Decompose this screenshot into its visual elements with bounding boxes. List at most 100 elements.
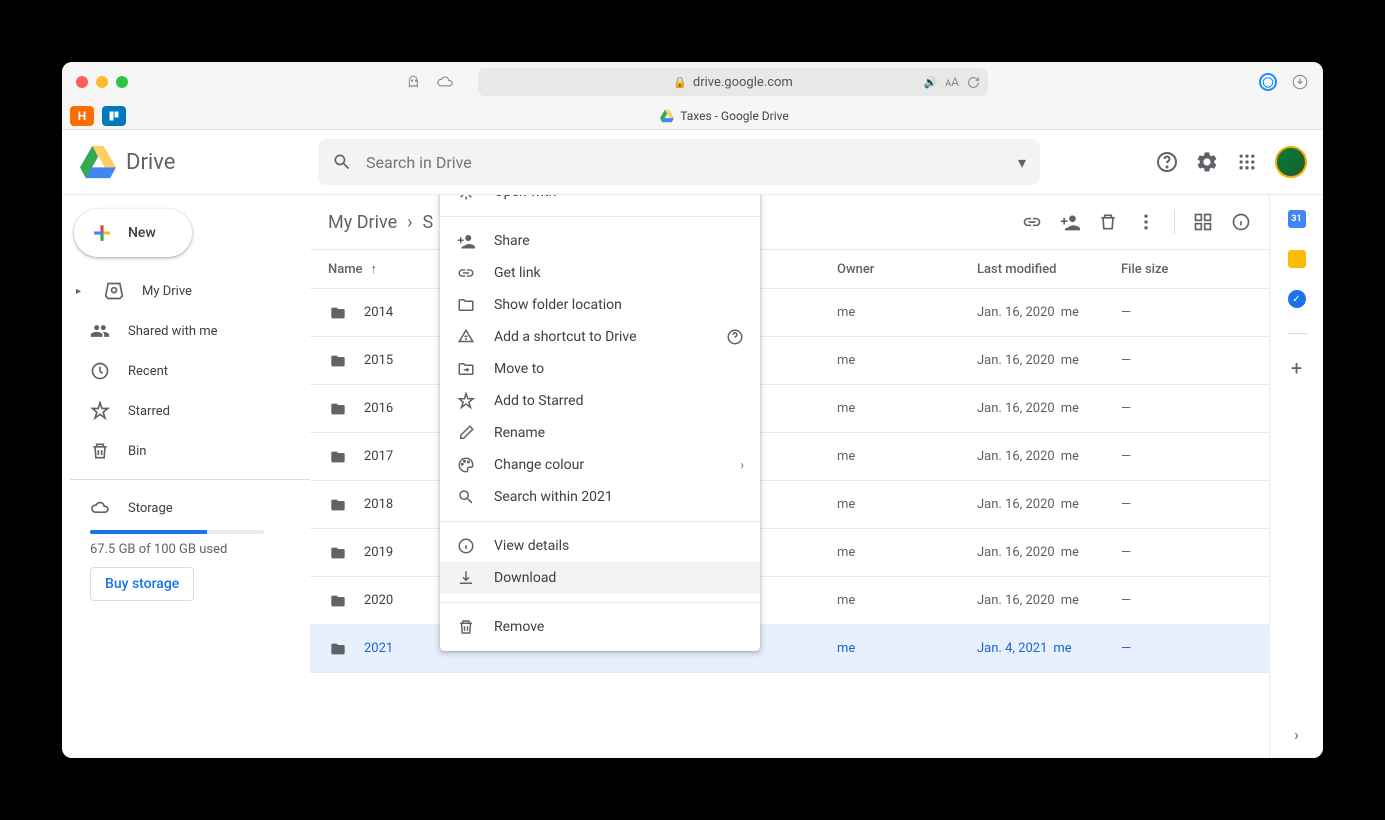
delete-button[interactable] — [1098, 212, 1118, 232]
apps-icon[interactable] — [1235, 150, 1259, 174]
buy-storage-button[interactable]: Buy storage — [90, 567, 194, 601]
menu-show-folder[interactable]: Show folder location — [440, 289, 760, 321]
row-name-text: 2020 — [364, 593, 393, 608]
row-owner: me — [837, 641, 977, 656]
drive-logo[interactable]: Drive — [78, 142, 310, 182]
row-owner: me — [837, 353, 977, 368]
row-modified: Jan. 16, 2020me — [977, 545, 1121, 560]
url-bar[interactable]: 🔒 drive.google.com 🔊 ᴀA — [478, 68, 988, 96]
menu-share[interactable]: Share — [440, 225, 760, 257]
row-owner: me — [837, 449, 977, 464]
search-options-icon[interactable]: ▾ — [1018, 153, 1026, 172]
sidebar-item-starred[interactable]: Starred — [70, 391, 310, 431]
sidebar-item-my-drive[interactable]: ▸ My Drive — [70, 271, 310, 311]
sidebar-divider — [70, 479, 310, 480]
calendar-app-icon[interactable]: 31 — [1287, 209, 1307, 229]
storage-usage-text: 67.5 GB of 100 GB used — [90, 542, 290, 557]
menu-add-starred[interactable]: Add to Starred — [440, 385, 760, 417]
menu-add-shortcut[interactable]: Add a shortcut to Drive — [440, 321, 760, 353]
row-modified: Jan. 16, 2020me — [977, 353, 1121, 368]
menu-divider — [440, 602, 760, 603]
row-name-text: 2014 — [364, 305, 393, 320]
account-avatar[interactable] — [1275, 146, 1307, 178]
ghost-extension-icon[interactable] — [406, 74, 422, 90]
row-size: — — [1121, 641, 1251, 656]
row-size: — — [1121, 353, 1251, 368]
add-addon-button[interactable]: + — [1287, 358, 1307, 378]
row-owner: me — [837, 497, 977, 512]
breadcrumb-root[interactable]: My Drive — [328, 212, 397, 233]
row-modified: Jan. 16, 2020me — [977, 305, 1121, 320]
help-icon[interactable] — [726, 328, 744, 346]
panel-divider — [1287, 333, 1307, 334]
main-content: My Drive › S — [310, 195, 1269, 758]
menu-move-to[interactable]: Move to — [440, 353, 760, 385]
trash-icon — [456, 618, 476, 636]
support-icon[interactable] — [1155, 150, 1179, 174]
active-tab[interactable]: Taxes - Google Drive — [134, 109, 1315, 123]
column-size[interactable]: File size — [1121, 262, 1251, 277]
menu-open-with[interactable]: Open with › — [440, 195, 760, 208]
row-size: — — [1121, 449, 1251, 464]
reload-icon[interactable] — [967, 76, 980, 89]
row-owner: me — [837, 593, 977, 608]
cloud-icon[interactable] — [436, 73, 454, 91]
get-link-button[interactable] — [1022, 212, 1042, 232]
row-modified: Jan. 4, 2021me — [977, 641, 1121, 656]
translate-icon[interactable]: ᴀA — [945, 75, 959, 89]
menu-divider — [440, 521, 760, 522]
row-size: — — [1121, 545, 1251, 560]
sidebar-item-recent[interactable]: Recent — [70, 351, 310, 391]
1password-icon[interactable]: ◯ — [1259, 73, 1277, 91]
drive-header: Drive ▾ — [62, 130, 1323, 194]
menu-remove[interactable]: Remove — [440, 611, 760, 643]
row-modified: Jan. 16, 2020me — [977, 497, 1121, 512]
menu-rename[interactable]: Rename — [440, 417, 760, 449]
pinned-tab-2[interactable] — [102, 106, 126, 126]
tasks-app-icon[interactable]: ✓ — [1287, 289, 1307, 309]
sound-icon[interactable]: 🔊 — [924, 76, 938, 89]
column-owner[interactable]: Owner — [837, 262, 977, 277]
breadcrumb-current[interactable]: S — [423, 212, 434, 233]
sidebar-item-bin[interactable]: Bin — [70, 431, 310, 471]
chevron-right-icon: › — [740, 195, 744, 199]
maximize-window-button[interactable] — [116, 76, 128, 88]
new-label: New — [128, 225, 156, 241]
rename-icon — [456, 424, 476, 442]
grid-view-button[interactable] — [1193, 212, 1213, 232]
breadcrumb: My Drive › S — [328, 212, 433, 233]
new-button[interactable]: New — [74, 209, 192, 257]
link-icon — [456, 264, 476, 282]
row-size: — — [1121, 401, 1251, 416]
share-icon — [456, 232, 476, 250]
expand-caret-icon[interactable]: ▸ — [76, 286, 86, 297]
menu-view-details[interactable]: View details — [440, 530, 760, 562]
share-button[interactable] — [1060, 212, 1080, 232]
menu-search-within[interactable]: Search within 2021 — [440, 481, 760, 513]
details-button[interactable] — [1231, 212, 1251, 232]
info-icon — [456, 537, 476, 555]
minimize-window-button[interactable] — [96, 76, 108, 88]
sidebar-item-shared[interactable]: Shared with me — [70, 311, 310, 351]
tab-bar: H Taxes - Google Drive — [62, 102, 1323, 130]
cloud-icon — [90, 498, 110, 518]
more-actions-button[interactable] — [1136, 212, 1156, 232]
keep-app-icon[interactable] — [1287, 249, 1307, 269]
row-name-text: 2015 — [364, 353, 393, 368]
menu-get-link[interactable]: Get link — [440, 257, 760, 289]
settings-icon[interactable] — [1195, 150, 1219, 174]
menu-download[interactable]: Download — [440, 562, 760, 594]
sidebar-item-storage[interactable]: Storage — [90, 488, 290, 528]
collapse-panel-button[interactable]: › — [1287, 724, 1307, 744]
search-bar[interactable]: ▾ — [318, 139, 1040, 185]
close-window-button[interactable] — [76, 76, 88, 88]
starred-icon — [90, 401, 110, 421]
row-modified: Jan. 16, 2020me — [977, 449, 1121, 464]
menu-change-colour[interactable]: Change colour › — [440, 449, 760, 481]
column-modified[interactable]: Last modified — [977, 262, 1121, 277]
row-size: — — [1121, 497, 1251, 512]
downloads-icon[interactable] — [1291, 73, 1309, 91]
search-input[interactable] — [366, 153, 1004, 172]
row-modified: Jan. 16, 2020me — [977, 593, 1121, 608]
pinned-tab-1[interactable]: H — [70, 106, 94, 126]
